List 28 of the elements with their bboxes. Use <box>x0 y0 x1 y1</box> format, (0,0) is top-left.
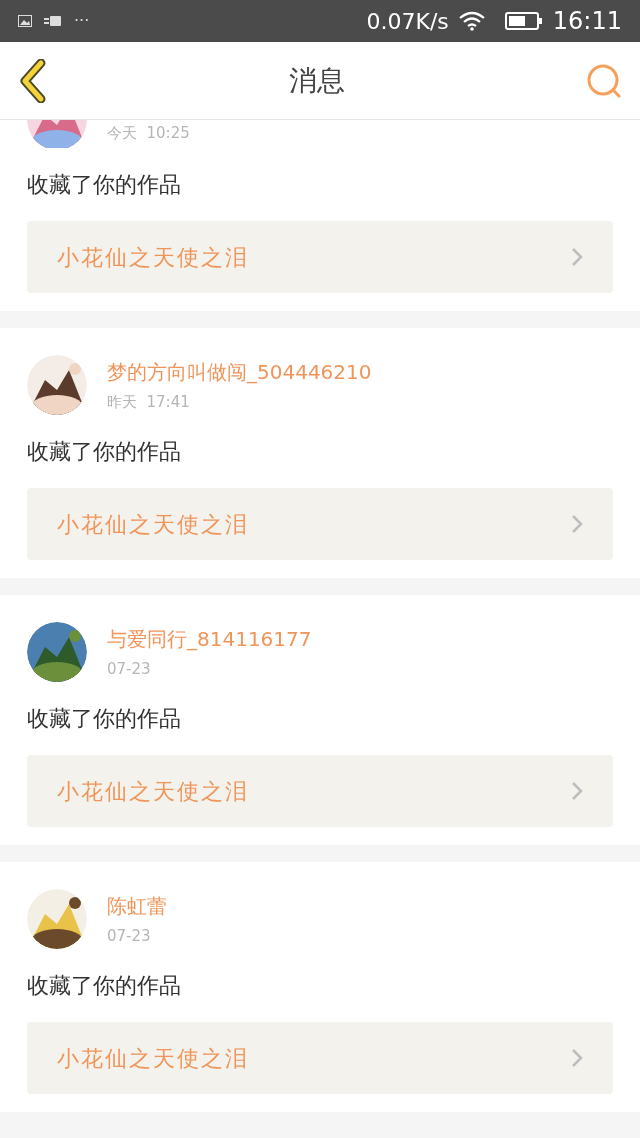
user-name[interactable]: 与爱同行_814116177 <box>107 623 312 654</box>
work-link[interactable]: 小花仙之天使之泪 <box>27 1022 613 1094</box>
wifi-icon <box>458 11 485 31</box>
page-title: 消息 <box>289 62 345 99</box>
work-link[interactable]: 小花仙之天使之泪 <box>27 755 613 827</box>
clock: 16:11 <box>552 6 622 37</box>
message-text: 收藏了你的作品 <box>27 705 182 733</box>
message-text: 收藏了你的作品 <box>27 171 182 199</box>
user-name[interactable]: 陈虹蕾 <box>107 890 167 921</box>
chevron-right-icon <box>571 247 583 267</box>
chevron-right-icon <box>571 1048 583 1068</box>
message-time: 07-23 <box>107 925 152 947</box>
more-notifications: ··· <box>74 10 90 32</box>
message-text: 收藏了你的作品 <box>27 972 182 1000</box>
message-time: 昨天 17:41 <box>107 391 191 413</box>
back-button[interactable] <box>18 58 48 103</box>
work-link[interactable]: 小花仙之天使之泪 <box>27 488 613 560</box>
chevron-right-icon <box>571 514 583 534</box>
message-time: 今天 10:25 <box>107 122 190 144</box>
message-text: 收藏了你的作品 <box>27 438 182 466</box>
app-icon <box>44 15 62 27</box>
image-icon <box>18 15 32 27</box>
user-name[interactable]: 梦的方向叫做闯_504446210 <box>107 356 372 387</box>
work-link[interactable]: 小花仙之天使之泪 <box>27 221 613 293</box>
chevron-right-icon <box>571 781 583 801</box>
battery-icon <box>504 12 543 30</box>
network-speed: 0.07K/s <box>366 7 449 36</box>
message-time: 07-23 <box>107 658 152 680</box>
